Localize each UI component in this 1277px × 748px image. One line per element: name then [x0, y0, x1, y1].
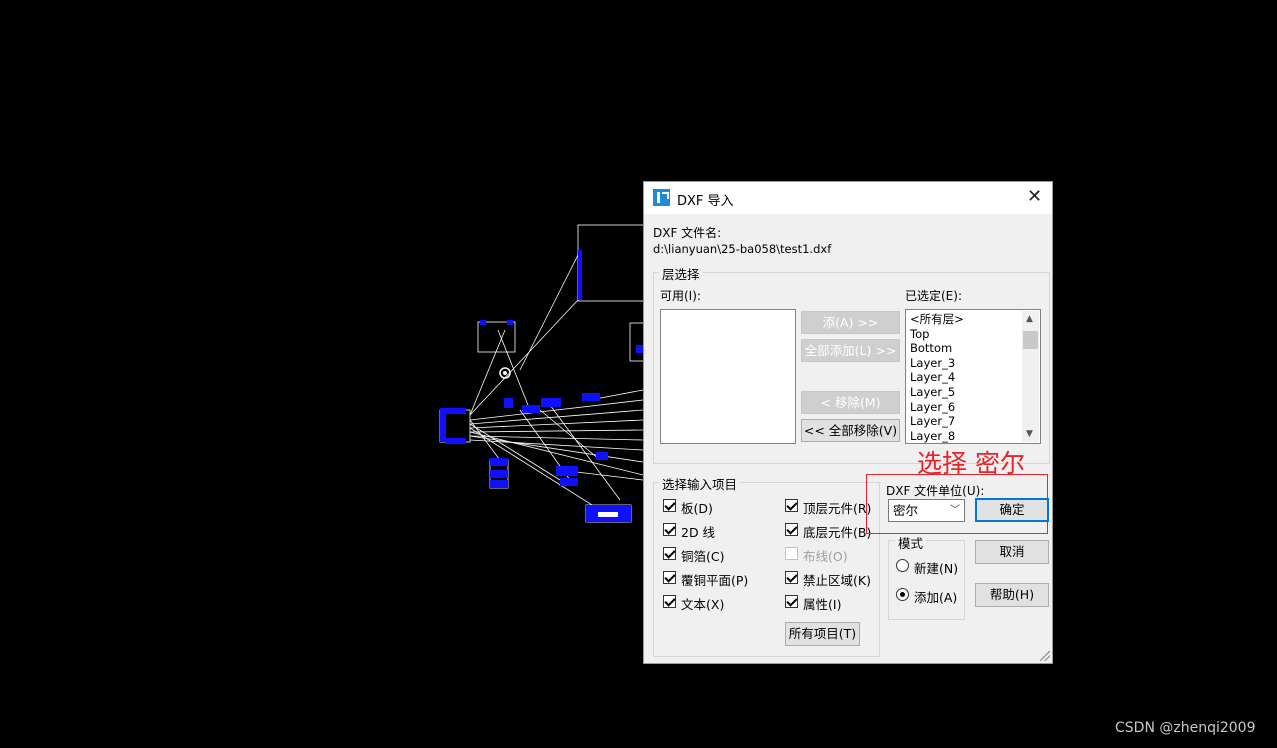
- radio-add-indicator[interactable]: [896, 588, 909, 601]
- checkbox-label: 布线(O): [803, 549, 848, 564]
- scroll-down-icon[interactable]: ▼: [1026, 429, 1033, 439]
- radio-new-label: 新建(N): [914, 561, 959, 576]
- list-item[interactable]: Layer_6: [910, 400, 955, 414]
- cad-drawing-canvas[interactable]: [0, 0, 1277, 748]
- list-item[interactable]: Layer_5: [910, 385, 955, 399]
- checkbox-box[interactable]: [663, 571, 676, 584]
- list-item[interactable]: Layer_7: [910, 414, 955, 428]
- dxf-import-dialog: DXF 导入 ✕ DXF 文件名: d:\lianyuan\25-ba058\t…: [643, 181, 1053, 664]
- scroll-thumb[interactable]: [1023, 331, 1038, 349]
- checkbox-label: 覆铜平面(P): [681, 573, 749, 588]
- add-layer-button[interactable]: 添(A) >>: [801, 311, 900, 334]
- checkbox-box[interactable]: [663, 595, 676, 608]
- remove-layer-button[interactable]: < 移除(M): [801, 391, 900, 414]
- remove-all-layers-button[interactable]: << 全部移除(V): [801, 419, 900, 442]
- checkbox-box: [785, 547, 798, 560]
- list-item[interactable]: Top: [910, 327, 929, 341]
- radio-new-indicator[interactable]: [896, 559, 909, 572]
- resize-grip-icon[interactable]: [1040, 651, 1050, 661]
- layer-selection-title: 层选择: [659, 264, 703, 283]
- list-item[interactable]: Layer_8: [910, 429, 955, 443]
- all-items-button[interactable]: 所有项目(T): [785, 622, 860, 646]
- checkbox-box[interactable]: [785, 595, 798, 608]
- checkbox-label: 2D 线: [681, 525, 716, 540]
- list-item[interactable]: Bottom: [910, 341, 952, 355]
- checkbox-label: 禁止区域(K): [803, 573, 871, 588]
- cancel-button[interactable]: 取消: [975, 540, 1049, 564]
- checkbox-box[interactable]: [785, 571, 798, 584]
- list-item[interactable]: Layer_4: [910, 370, 955, 384]
- mode-title: 模式: [895, 533, 927, 552]
- list-scrollbar[interactable]: ▲ ▼: [1022, 311, 1039, 442]
- file-path-value: d:\lianyuan\25-ba058\test1.dxf: [653, 242, 832, 256]
- selected-layers-label: 已选定(E):: [905, 289, 962, 303]
- available-layers-label: 可用(I):: [660, 289, 701, 303]
- list-item[interactable]: <所有层>: [910, 312, 964, 326]
- checkbox-box[interactable]: [663, 499, 676, 512]
- app-logo-icon: [653, 189, 670, 206]
- checkbox-label: 文本(X): [681, 597, 725, 612]
- add-all-layers-button[interactable]: 全部添加(L) >>: [801, 339, 900, 362]
- file-name-label: DXF 文件名:: [653, 226, 722, 240]
- checkbox-label: 底层元件(B): [803, 525, 872, 540]
- input-items-title: 选择输入项目: [659, 474, 741, 493]
- annotation-highlight-box: [866, 474, 1048, 534]
- checkbox-label: 属性(I): [803, 597, 842, 612]
- close-icon[interactable]: ✕: [1027, 186, 1042, 207]
- checkbox-label: 铜箔(C): [681, 549, 725, 564]
- watermark: CSDN @zhenqi2009: [1115, 720, 1256, 736]
- dialog-title: DXF 导入: [677, 194, 734, 209]
- checkbox-box[interactable]: [785, 523, 798, 536]
- checkbox-box[interactable]: [663, 523, 676, 536]
- available-layers-list[interactable]: [660, 309, 796, 444]
- radio-add-label: 添加(A): [914, 590, 958, 605]
- checkbox-label: 板(D): [681, 501, 713, 516]
- selected-layers-list[interactable]: <所有层> Top Bottom Layer_3 Layer_4 Layer_5 Layer…: [905, 309, 1041, 444]
- list-item[interactable]: Layer_3: [910, 356, 955, 370]
- checkbox-label: 顶层元件(R): [803, 501, 872, 516]
- scroll-up-icon[interactable]: ▲: [1026, 314, 1033, 324]
- help-button[interactable]: 帮助(H): [975, 583, 1049, 607]
- mode-group: [888, 540, 965, 620]
- dialog-titlebar[interactable]: DXF 导入 ✕: [644, 182, 1052, 214]
- checkbox-box[interactable]: [663, 547, 676, 560]
- checkbox-box[interactable]: [785, 499, 798, 512]
